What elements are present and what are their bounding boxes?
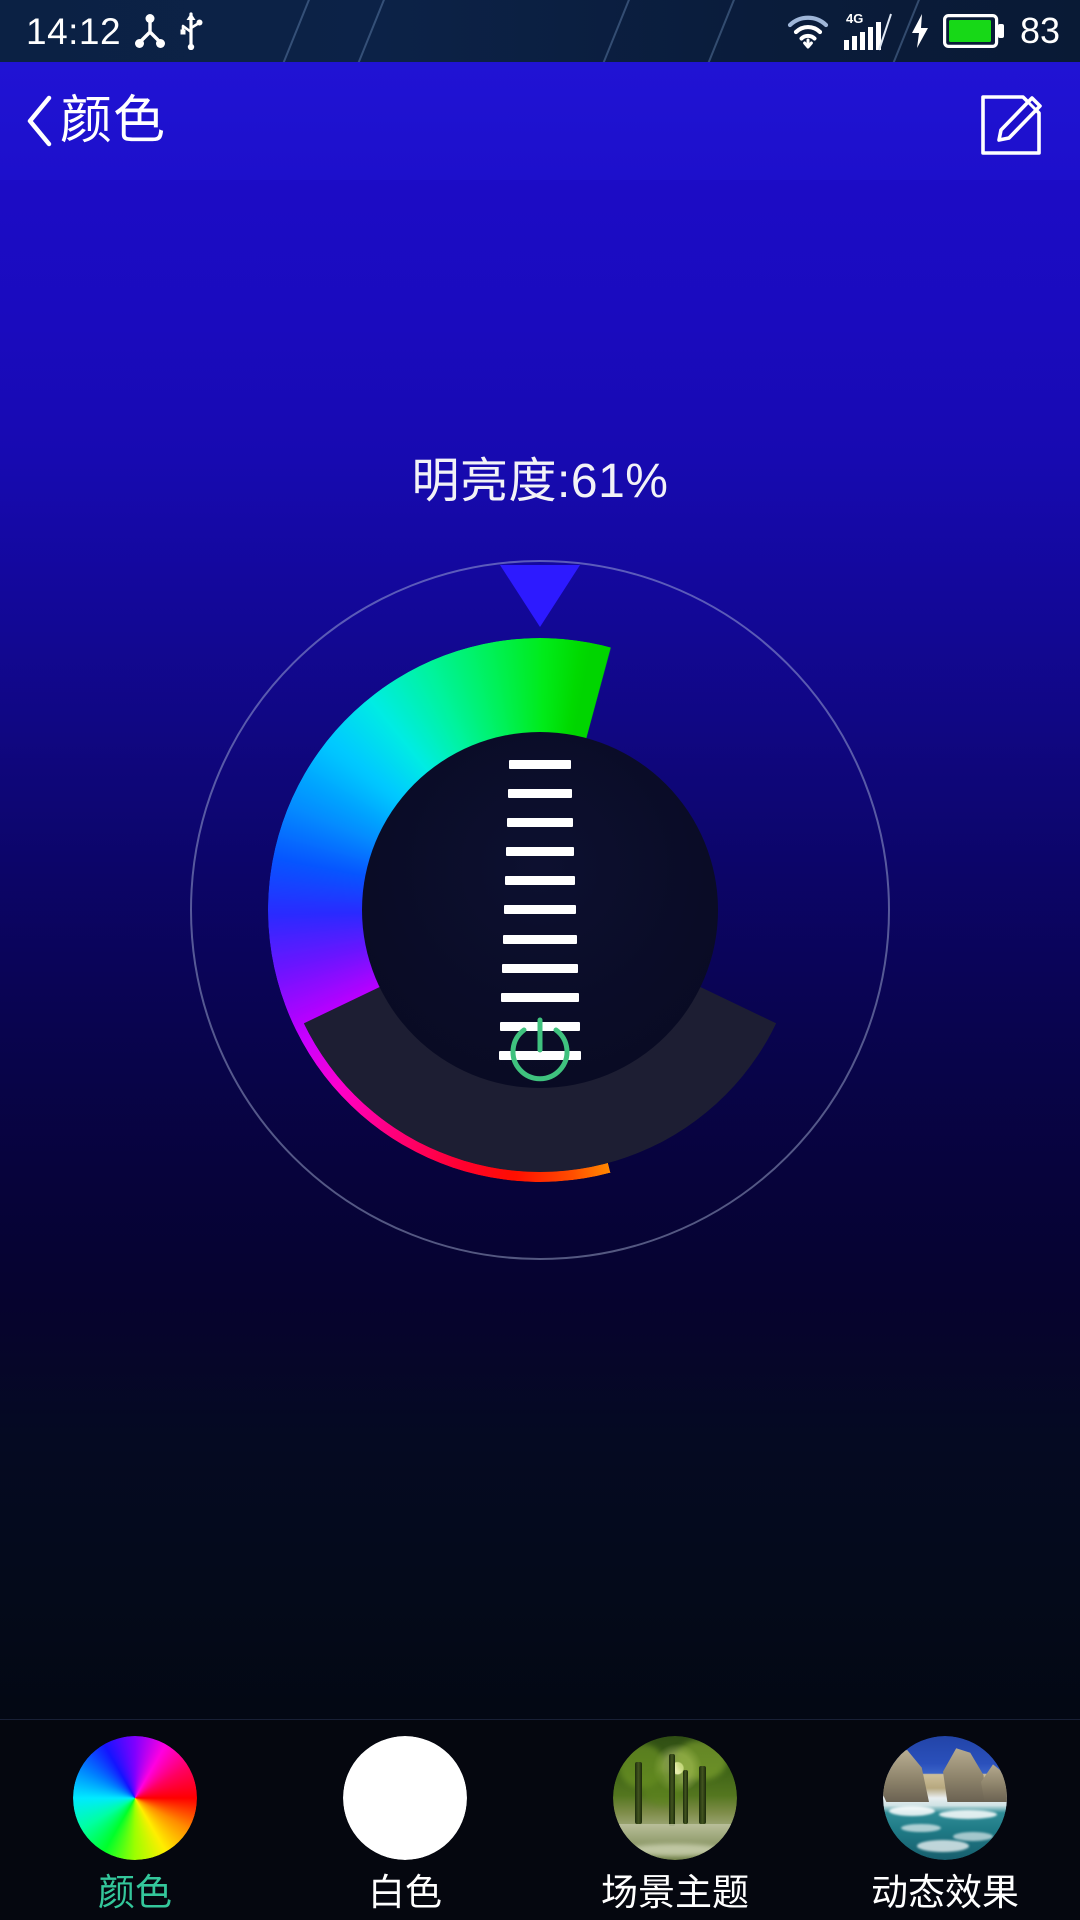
dynamic-effect-beach-icon [883,1736,1007,1860]
status-bar: 14:12 4G 83 [0,0,1080,62]
tab-label-dynamic-effect: 动态效果 [871,1872,1019,1913]
power-icon[interactable] [498,1010,582,1094]
tab-color[interactable]: 颜色 [0,1720,270,1920]
app-screen: 14:12 4G 83 颜色 明亮度:61% 颜色 白色 场景主题 动态效果 [0,0,1080,1920]
ladder-rung [508,789,572,799]
ladder-rung [502,963,578,973]
edit-pencil-icon[interactable] [978,94,1044,156]
status-bar-left: 14:12 [26,0,203,62]
status-bar-right: 4G 83 [786,0,1060,62]
bottom-tab-bar: 颜色 白色 场景主题 动态效果 [0,1719,1080,1920]
ladder-rung [503,934,577,944]
bluetooth-share-icon [135,14,166,48]
decorative-streak [346,0,397,62]
page-title: 颜色 [60,92,167,150]
ladder-rung [504,905,576,915]
ladder-rung [506,847,574,857]
tab-label-white: 白色 [368,1872,442,1913]
color-wheel-icon [73,1736,197,1860]
app-header: 颜色 [0,62,1080,180]
decorative-streak [271,0,322,62]
chevron-left-icon [27,95,52,147]
ladder-rung [507,818,573,828]
ladder-rung [505,876,575,886]
decorative-streak [696,0,747,62]
tab-label-color: 颜色 [98,1872,172,1913]
tab-label-scene-theme: 场景主题 [601,1872,749,1913]
brightness-label: 明亮度:61% [411,455,669,508]
charging-bolt-icon [911,14,928,48]
battery-percent-label: 83 [1019,10,1060,51]
white-circle-icon [343,1736,467,1860]
status-bar-clock: 14:12 [26,10,122,52]
ladder-rung [509,760,571,769]
usb-icon [180,12,203,50]
battery-icon [942,13,1004,48]
signal-4g-icon: 4G [843,11,892,51]
svg-text:4G: 4G [846,11,863,26]
back-button[interactable]: 颜色 [22,62,166,180]
tab-dynamic-effect[interactable]: 动态效果 [810,1720,1080,1920]
tab-scene-theme[interactable]: 场景主题 [540,1720,810,1920]
wifi-icon [787,15,829,49]
ladder-rung [501,992,579,1002]
scene-theme-forest-icon [613,1736,737,1860]
triangle-down-indicator[interactable] [500,565,580,627]
tab-white[interactable]: 白色 [270,1720,540,1920]
decorative-streak [591,0,642,62]
